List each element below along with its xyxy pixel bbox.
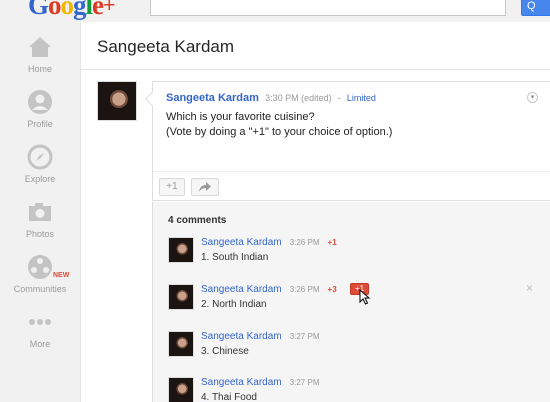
avatar[interactable] [168, 237, 194, 263]
comment-time: 3:27 PM [289, 332, 320, 341]
explore-icon [27, 144, 53, 170]
comment-time: 3:27 PM [289, 378, 320, 387]
mouse-cursor-icon [359, 289, 371, 305]
comments-section: 4 comments Sangeeta Kardam 3:26 PM +1 1.… [152, 202, 550, 402]
sidebar-item-explore[interactable]: Explore [0, 144, 80, 184]
profile-icon [28, 90, 52, 114]
post-card: Sangeeta Kardam 3:30 PM (edited) - Limit… [144, 81, 550, 201]
comment-header: Sangeeta Kardam 3:27 PM [201, 330, 319, 342]
comment-header: Sangeeta Kardam 3:27 PM [201, 376, 319, 388]
share-button[interactable] [191, 178, 219, 196]
sidebar-item-home[interactable]: Home [0, 34, 80, 74]
sidebar-item-label: Communities [13, 284, 67, 294]
post-visibility[interactable]: Limited [347, 93, 376, 103]
comment-header: Sangeeta Kardam 3:26 PM +3 [201, 283, 337, 295]
main-content: Sangeeta Kardam Sangeeta Kardam 3:30 PM … [80, 22, 550, 402]
communities-icon [28, 255, 52, 279]
avatar[interactable] [168, 331, 194, 357]
post-card-pointer [144, 91, 160, 107]
comment-plus-count: +1 [327, 238, 337, 247]
comment-text: 4. Thai Food [201, 392, 257, 402]
chevron-down-icon[interactable]: ▾ [527, 92, 538, 103]
search-button[interactable]: Q [521, 0, 550, 16]
sidebar-item-label: Home [27, 64, 52, 74]
comment-item: Sangeeta Kardam 3:27 PM 4. Thai Food [168, 377, 548, 402]
sidebar-item-label: Photos [25, 229, 55, 239]
comment-author[interactable]: Sangeeta Kardam [201, 284, 282, 295]
comments-count: 4 comments [168, 215, 227, 226]
sidebar-item-label: More [29, 339, 51, 349]
comment-author[interactable]: Sangeeta Kardam [201, 237, 282, 248]
top-bar: Google+ Q [0, 0, 550, 22]
home-icon [29, 37, 51, 57]
avatar[interactable] [97, 81, 137, 121]
comment-item: Sangeeta Kardam 3:27 PM 3. Chinese [168, 331, 548, 361]
post-text-line: (Vote by doing a "+1" to your choice of … [166, 126, 393, 138]
divider [153, 171, 550, 172]
post-text-line: Which is your favorite cuisine? [166, 111, 315, 123]
comment-text: 3. Chinese [201, 346, 249, 357]
comment-item: Sangeeta Kardam 3:26 PM +1 1. South Indi… [168, 237, 548, 267]
sidebar-item-more[interactable]: More [0, 309, 80, 349]
sidebar-item-profile[interactable]: Profile [0, 89, 80, 129]
divider [81, 69, 550, 70]
post-body: Which is your favorite cuisine? (Vote by… [166, 110, 392, 140]
post-header: Sangeeta Kardam 3:30 PM (edited) - Limit… [166, 92, 376, 104]
post-time[interactable]: 3:30 PM (edited) [265, 93, 332, 103]
page-title: Sangeeta Kardam [97, 37, 235, 56]
avatar[interactable] [168, 284, 194, 310]
comment-time: 3:26 PM [289, 285, 320, 294]
sidebar-nav: Home Profile Explore Photos NEW Communit… [0, 22, 80, 402]
comment-text: 1. South Indian [201, 252, 269, 263]
sidebar-item-label: Profile [27, 119, 53, 129]
comment-author[interactable]: Sangeeta Kardam [201, 331, 282, 342]
comment-time: 3:26 PM [289, 238, 320, 247]
close-icon[interactable]: × [526, 281, 533, 295]
share-icon [199, 182, 211, 192]
avatar[interactable] [168, 377, 194, 402]
plus-one-button[interactable]: +1 [159, 178, 185, 196]
comment-header: Sangeeta Kardam 3:26 PM +1 [201, 236, 337, 248]
comment-plus-count: +3 [327, 285, 337, 294]
sidebar-item-photos[interactable]: Photos [0, 199, 80, 239]
post-author[interactable]: Sangeeta Kardam [166, 92, 259, 104]
comment-text: 2. North Indian [201, 299, 267, 310]
new-badge: NEW [53, 272, 70, 279]
camera-icon [29, 203, 51, 221]
google-plus-logo[interactable]: Google+ [28, 0, 116, 21]
post-separator: - [337, 93, 341, 103]
search-input[interactable] [150, 0, 506, 16]
more-icon [29, 319, 51, 325]
comment-item: Sangeeta Kardam 3:26 PM +3 +1 × 2. North… [168, 281, 548, 314]
sidebar-item-label: Explore [24, 174, 56, 184]
comment-author[interactable]: Sangeeta Kardam [201, 377, 282, 388]
sidebar-item-communities[interactable]: NEW Communities [0, 254, 80, 294]
